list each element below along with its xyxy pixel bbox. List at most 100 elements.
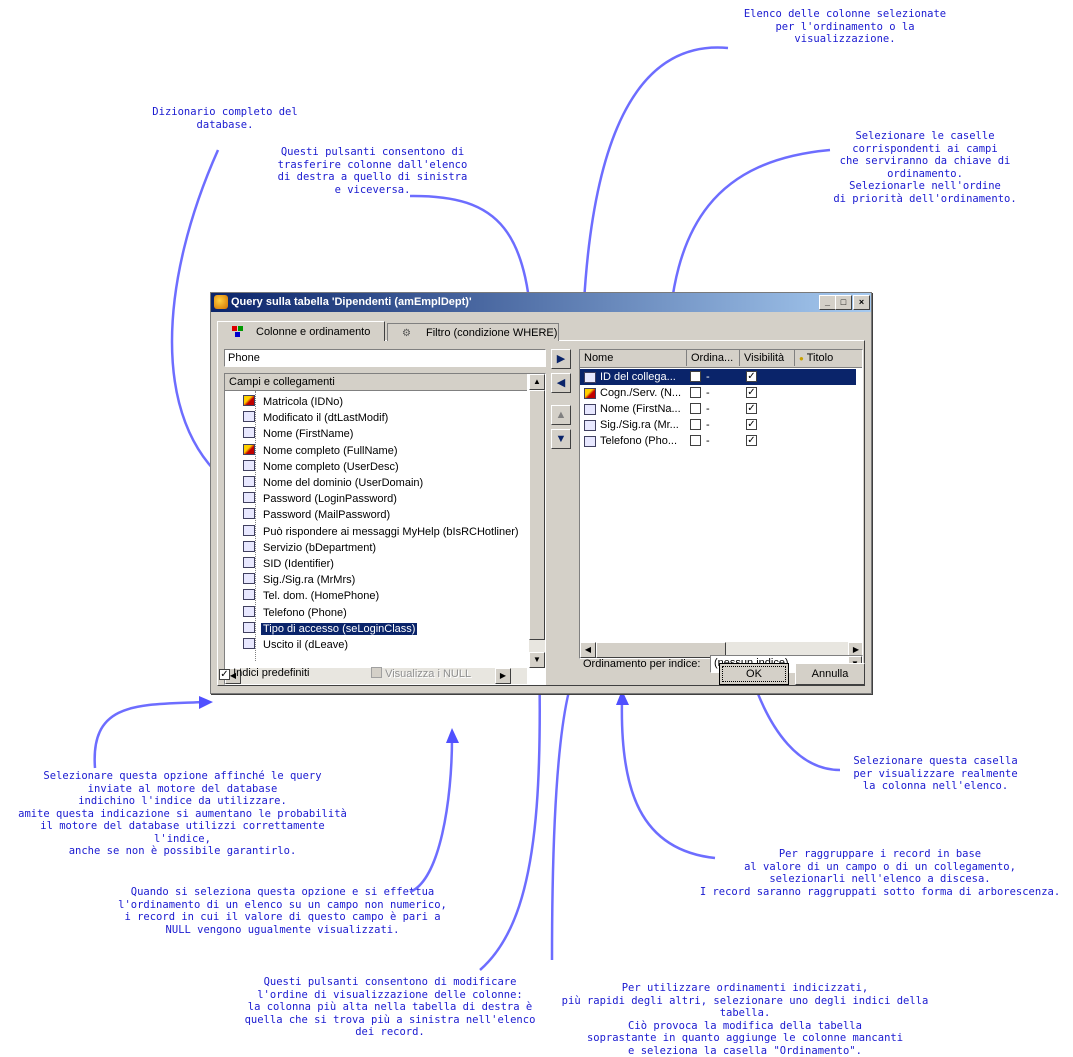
column-row[interactable]: ID del collega... - ✓ [580, 369, 856, 385]
annotation-dictionary: Dizionario completo del database. [152, 106, 298, 131]
maximize-button[interactable]: □ [835, 295, 852, 310]
title-bar[interactable]: Query sulla tabella 'Dipendenti (amEmplD… [211, 293, 871, 312]
close-button[interactable]: × [853, 295, 870, 310]
tree-item[interactable]: Sig./Sig.ra (MrMrs) [243, 572, 357, 588]
default-indexes-label: Indici predefiniti [233, 667, 310, 679]
minimize-button[interactable]: _ [819, 295, 836, 310]
search-input[interactable]: Phone [224, 349, 546, 367]
selected-columns-grid[interactable]: Nome Ordina... Visibilità ● Titolo ID de… [579, 349, 863, 659]
sort-checkbox[interactable] [690, 387, 701, 398]
sort-checkbox[interactable] [690, 419, 701, 430]
tree-item[interactable]: Nome (FirstName) [243, 426, 355, 442]
grid-header-title[interactable]: ● Titolo [795, 350, 862, 366]
tree-item[interactable]: Matricola (IDNo) [243, 394, 345, 410]
grid-header-name[interactable]: Nome [580, 350, 687, 366]
add-column-button[interactable]: ▶ [551, 349, 571, 369]
visibility-checkbox[interactable]: ✓ [746, 435, 757, 446]
column-name: Cogn./Serv. (N... [600, 387, 682, 399]
grid-scroll-left-button[interactable]: ◀ [580, 642, 596, 658]
field-icon [243, 524, 255, 536]
sort-order-value: - [706, 419, 710, 431]
tree-item-label: Nome completo (FullName) [263, 444, 398, 457]
remove-column-button[interactable]: ◀ [551, 373, 571, 393]
tree-item[interactable]: Telefono (Phone) [243, 605, 349, 621]
tree-item-label: Può rispondere ai messaggi MyHelp (bIsRC… [263, 525, 519, 538]
tree-item[interactable]: Password (MailPassword) [243, 507, 392, 523]
scroll-thumb[interactable] [529, 390, 545, 640]
tree-item-label: Tipo di accesso (seLoginClass) [261, 622, 418, 635]
tree-item[interactable]: Modificato il (dtLastModif) [243, 410, 390, 426]
tree-item-label: Password (MailPassword) [263, 509, 391, 522]
ok-button[interactable]: OK [719, 663, 789, 685]
grid-header: Nome Ordina... Visibilità ● Titolo [580, 350, 862, 368]
tree-item-label: Telefono (Phone) [263, 606, 347, 619]
annotation-selected-columns: Elenco delle colonne selezionate per l'o… [743, 8, 947, 45]
scroll-right-button[interactable]: ▶ [495, 668, 511, 684]
scroll-down-button[interactable]: ▼ [529, 652, 545, 668]
tab-columns-sort[interactable]: Colonne e ordinamento [217, 321, 385, 341]
dialog-title: Query sulla tabella 'Dipendenti (amEmplD… [231, 296, 472, 308]
tree-item[interactable]: Uscito il (dLeave) [243, 637, 350, 653]
tree-item[interactable]: Può rispondere ai messaggi MyHelp (bIsRC… [243, 524, 521, 540]
field-icon [243, 508, 255, 520]
grid-header-title-label: Titolo [806, 352, 834, 364]
annotation-transfer-buttons: Questi pulsanti consentono di trasferire… [277, 146, 468, 196]
move-up-button[interactable]: ▲ [551, 405, 571, 425]
tree-vertical-scrollbar[interactable]: ▲ ▼ [529, 374, 545, 668]
tree-item-label: Tel. dom. (HomePhone) [263, 590, 380, 603]
tree-item[interactable]: Servizio (bDepartment) [243, 540, 378, 556]
tree-item[interactable]: Nome del dominio (UserDomain) [243, 475, 425, 491]
key-icon: ● [799, 354, 804, 363]
move-down-button[interactable]: ▼ [551, 429, 571, 449]
visibility-checkbox[interactable]: ✓ [746, 403, 757, 414]
column-name: Sig./Sig.ra (Mr... [600, 419, 679, 431]
tab-filter[interactable]: ⚙ Filtro (condizione WHERE) [387, 323, 559, 341]
default-indexes-checkbox[interactable]: ✓ [219, 669, 230, 680]
fields-tree[interactable]: Campi e collegamenti Matricola (IDNo) Mod… [224, 373, 546, 685]
default-indexes-option[interactable]: ✓ Indici predefiniti [219, 667, 310, 680]
tree-item-label: Nome completo (UserDesc) [263, 460, 399, 473]
annotation-show-null: Quando si seleziona questa opzione e si … [118, 886, 447, 936]
sort-checkbox[interactable] [690, 371, 701, 382]
column-row[interactable]: Cogn./Serv. (N... - ✓ [580, 385, 856, 401]
tree-item[interactable]: Nome completo (FullName) [243, 443, 399, 459]
show-null-label: Visualizza i NULL [385, 668, 472, 680]
tree-item[interactable]: SID (Identifier) [243, 556, 336, 572]
show-null-checkbox[interactable] [371, 667, 382, 678]
annotation-default-indexes: Selezionare questa opzione affinché le q… [18, 770, 347, 857]
tree-item-label: Password (LoginPassword) [263, 493, 397, 506]
grid-scroll-thumb[interactable] [596, 642, 726, 658]
tree-item[interactable]: Password (LoginPassword) [243, 491, 399, 507]
visibility-checkbox[interactable]: ✓ [746, 371, 757, 382]
arrow-default-indexes [93, 700, 206, 769]
sort-order-value: - [706, 435, 710, 447]
column-name: Nome (FirstNa... [600, 403, 681, 415]
annotation-sort-keys: Selezionare le caselle corrispondenti ai… [833, 130, 1017, 205]
arrowhead-show-null [446, 728, 459, 743]
column-row[interactable]: Telefono (Pho... - ✓ [580, 433, 856, 449]
tree-item-label: Matricola (IDNo) [263, 396, 344, 408]
field-icon [584, 404, 596, 415]
column-row[interactable]: Sig./Sig.ra (Mr... - ✓ [580, 417, 856, 433]
visibility-checkbox[interactable]: ✓ [746, 419, 757, 430]
filter-icon: ⚙ [402, 328, 411, 339]
field-icon [243, 476, 255, 487]
field-icon [584, 436, 596, 447]
app-icon [214, 295, 228, 309]
show-null-option[interactable]: Visualizza i NULL [371, 667, 471, 680]
visibility-checkbox[interactable]: ✓ [746, 387, 757, 398]
sort-checkbox[interactable] [690, 435, 701, 446]
tree-item-label: Modificato il (dtLastModif) [263, 412, 389, 425]
scroll-up-button[interactable]: ▲ [529, 374, 545, 390]
grid-header-visibility[interactable]: Visibilità [740, 350, 795, 366]
grid-header-sort[interactable]: Ordina... [687, 350, 740, 366]
field-icon [243, 557, 255, 568]
field-icon [243, 540, 255, 552]
tree-item[interactable]: Nome completo (UserDesc) [243, 459, 401, 475]
column-row[interactable]: Nome (FirstNa... - ✓ [580, 401, 856, 417]
tree-item[interactable]: Tel. dom. (HomePhone) [243, 588, 381, 604]
tree-item[interactable]: Tipo di accesso (seLoginClass) [243, 621, 418, 637]
field-icon [243, 573, 255, 585]
cancel-button[interactable]: Annulla [795, 663, 865, 685]
sort-checkbox[interactable] [690, 403, 701, 414]
